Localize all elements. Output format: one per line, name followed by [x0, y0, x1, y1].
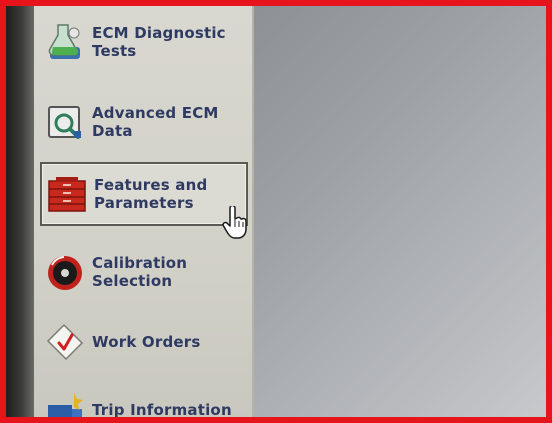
sidebar-item-ecm-diagnostic-tests[interactable]: ECM Diagnostic Tests	[40, 10, 248, 74]
sidebar-item-trip-information[interactable]: Trip Information	[40, 378, 248, 419]
toolbox-icon	[46, 173, 88, 215]
flask-icon	[44, 21, 86, 63]
sidebar-item-calibration-selection[interactable]: Calibration Selection	[40, 240, 248, 304]
checklist-icon	[44, 321, 86, 363]
sidebar-item-label: Work Orders	[92, 333, 201, 351]
sidebar-item-features-and-parameters[interactable]: Features and Parameters	[40, 162, 248, 226]
sidebar-item-label: Calibration Selection	[92, 254, 188, 290]
disc-icon	[44, 251, 86, 293]
screen-photo-frame: ECM Diagnostic Tests Advanced ECM Data F…	[0, 0, 552, 423]
sidebar-item-advanced-ecm-data[interactable]: Advanced ECM Data	[40, 90, 248, 154]
magnifier-icon	[44, 101, 86, 143]
monitor-bezel	[6, 6, 34, 417]
sidebar-item-label: Trip Information	[92, 401, 232, 419]
sidebar-item-label: Features and Parameters	[94, 176, 208, 212]
navigation-sidebar: ECM Diagnostic Tests Advanced ECM Data F…	[34, 6, 254, 417]
truck-icon	[44, 389, 86, 417]
main-content-pane	[254, 6, 546, 417]
sidebar-item-label: ECM Diagnostic Tests	[92, 24, 226, 60]
sidebar-item-label: Advanced ECM Data	[92, 104, 219, 140]
sidebar-item-work-orders[interactable]: Work Orders	[40, 310, 248, 374]
hand-pointer-icon	[222, 206, 247, 239]
